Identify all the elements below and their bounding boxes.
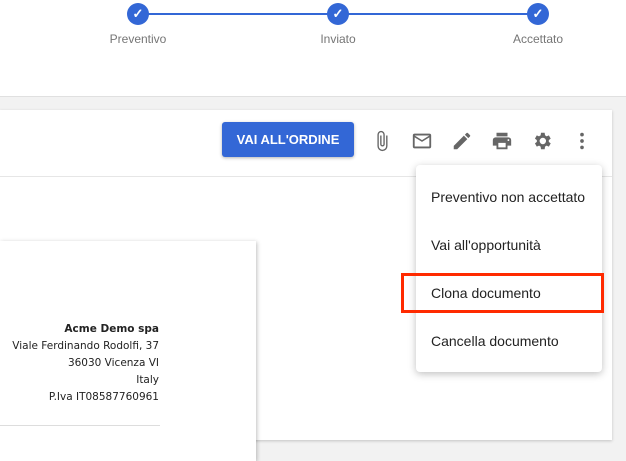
pencil-icon[interactable] <box>451 130 473 152</box>
step-check-icon: ✓ <box>127 3 149 25</box>
print-icon[interactable] <box>491 130 513 152</box>
address-country: Italy <box>136 374 159 386</box>
gear-icon[interactable] <box>531 130 553 152</box>
menu-item-delete-document[interactable]: Cancella documento <box>431 333 559 349</box>
step-check-icon: ✓ <box>527 3 549 25</box>
document-preview: Acme Demo spa Viale Ferdinando Rodolfi, … <box>0 241 256 461</box>
menu-item-quote-not-accepted[interactable]: Preventivo non accettato <box>431 189 585 205</box>
go-to-order-button[interactable]: VAI ALL'ORDINE <box>222 122 354 157</box>
status-stepper: ✓ ✓ ✓ Preventivo Inviato Accettato <box>0 0 626 97</box>
address-street: Viale Ferdinando Rodolfi, 37 <box>12 340 159 352</box>
step-check-icon: ✓ <box>327 3 349 25</box>
highlight-box <box>401 273 604 313</box>
more-vert-icon[interactable] <box>571 130 593 152</box>
vat-number: P.Iva IT08587760961 <box>48 391 159 403</box>
divider <box>0 425 160 426</box>
step-label: Inviato <box>320 32 356 46</box>
company-address: Acme Demo spa Viale Ferdinando Rodolfi, … <box>12 321 159 406</box>
mail-icon[interactable] <box>411 130 433 152</box>
company-name: Acme Demo spa <box>64 323 159 335</box>
actions-menu: Preventivo non accettato Vai all'opportu… <box>416 165 602 372</box>
address-city: 36030 Vicenza VI <box>67 357 159 369</box>
step-label: Preventivo <box>109 32 167 46</box>
paperclip-icon[interactable] <box>371 130 393 152</box>
step-label: Accettato <box>512 32 564 46</box>
menu-item-go-to-opportunity[interactable]: Vai all'opportunità <box>431 237 541 253</box>
